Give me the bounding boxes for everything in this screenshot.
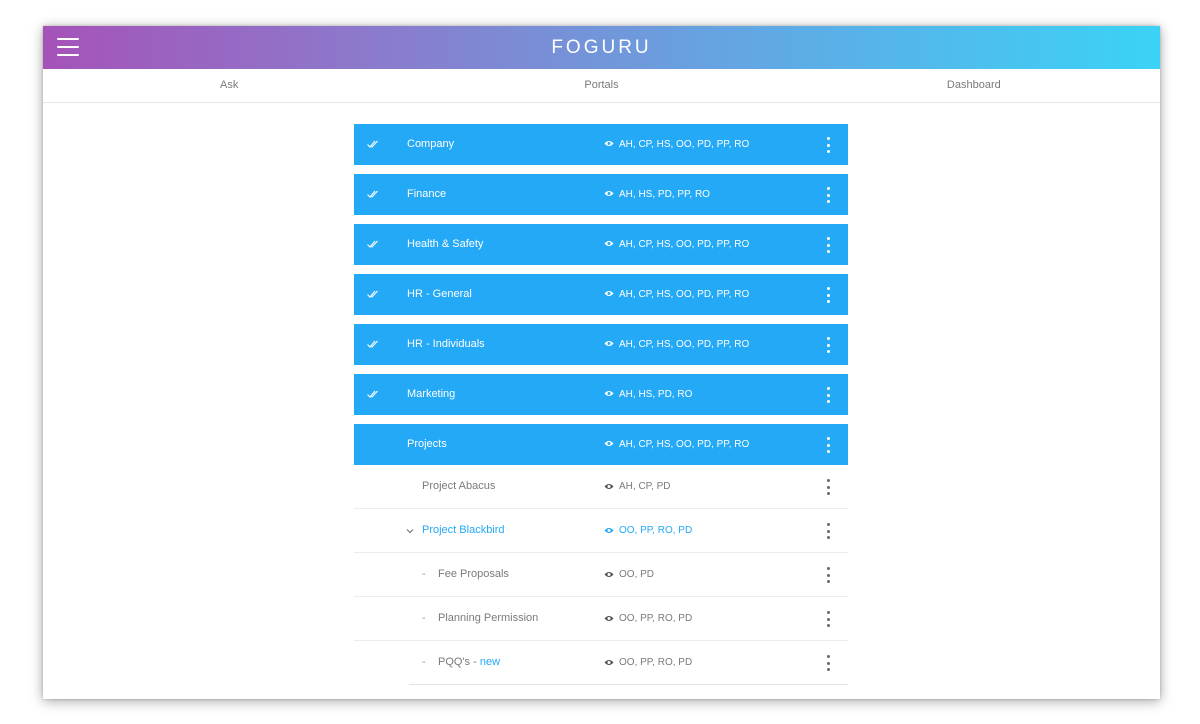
more-vertical-icon[interactable] bbox=[823, 137, 833, 153]
more-vertical-icon[interactable] bbox=[823, 387, 833, 403]
project-roles: AH, CP, PD bbox=[619, 481, 671, 492]
project-row-abacus[interactable]: Project Abacus AH, CP, PD bbox=[354, 465, 848, 509]
top-bar: FOGURU bbox=[43, 26, 1160, 69]
project-roles: OO, PP, RO, PD bbox=[619, 525, 693, 536]
folder-roles: OO, PP, RO, PD bbox=[619, 613, 693, 624]
double-check-icon[interactable] bbox=[367, 388, 379, 400]
new-badge: new bbox=[479, 656, 501, 668]
tree-dash: - bbox=[422, 612, 426, 624]
folder-name: Fee Proposals bbox=[438, 568, 509, 580]
more-vertical-icon[interactable] bbox=[823, 237, 833, 253]
more-vertical-icon[interactable] bbox=[823, 523, 833, 539]
portal-name: Projects bbox=[407, 438, 447, 450]
project-list: Project Abacus AH, CP, PD Project Blackb… bbox=[354, 465, 848, 685]
portal-list: Company AH, CP, HS, OO, PD, PP, RO Finan… bbox=[354, 124, 848, 685]
eye-icon bbox=[604, 341, 614, 346]
project-name: Project Abacus bbox=[422, 480, 496, 492]
portal-roles: AH, HS, PD, PP, RO bbox=[619, 189, 710, 200]
portal-roles: AH, CP, HS, OO, PD, PP, RO bbox=[619, 139, 750, 150]
double-check-icon[interactable] bbox=[367, 288, 379, 300]
more-vertical-icon[interactable] bbox=[823, 611, 833, 627]
more-vertical-icon[interactable] bbox=[823, 479, 833, 495]
portal-roles: AH, CP, HS, OO, PD, PP, RO bbox=[619, 439, 750, 450]
more-vertical-icon[interactable] bbox=[823, 567, 833, 583]
app-window: FOGURU Ask Portals Dashboard Company AH,… bbox=[43, 26, 1160, 699]
project-name: Project Blackbird bbox=[422, 524, 505, 536]
double-check-icon[interactable] bbox=[367, 338, 379, 350]
tab-dashboard[interactable]: Dashboard bbox=[788, 69, 1160, 102]
portal-roles: AH, CP, HS, OO, PD, PP, RO bbox=[619, 339, 750, 350]
eye-icon bbox=[604, 441, 614, 446]
portal-roles: AH, CP, HS, OO, PD, PP, RO bbox=[619, 289, 750, 300]
more-vertical-icon[interactable] bbox=[823, 655, 833, 671]
folder-row-pqqs[interactable]: - PQQ's - new OO, PP, RO, PD bbox=[409, 641, 848, 685]
tab-ask[interactable]: Ask bbox=[43, 69, 415, 102]
portal-row-hr-individuals[interactable]: HR - Individuals AH, CP, HS, OO, PD, PP,… bbox=[354, 324, 848, 365]
eye-icon bbox=[604, 660, 614, 665]
eye-icon bbox=[604, 291, 614, 296]
more-vertical-icon[interactable] bbox=[823, 287, 833, 303]
double-check-icon[interactable] bbox=[367, 238, 379, 250]
folder-name: PQQ's - new bbox=[438, 641, 500, 684]
more-vertical-icon[interactable] bbox=[823, 437, 833, 453]
portal-row-finance[interactable]: Finance AH, HS, PD, PP, RO bbox=[354, 174, 848, 215]
tree-dash: - bbox=[422, 656, 426, 668]
project-row-blackbird[interactable]: Project Blackbird OO, PP, RO, PD bbox=[354, 509, 848, 553]
eye-icon bbox=[604, 528, 614, 533]
portal-name: Finance bbox=[407, 188, 447, 200]
tree-dash: - bbox=[422, 568, 426, 580]
eye-icon bbox=[604, 141, 614, 146]
portal-name: HR - Individuals bbox=[407, 338, 485, 350]
portal-name: Health & Safety bbox=[407, 238, 484, 250]
portal-row-health-safety[interactable]: Health & Safety AH, CP, HS, OO, PD, PP, … bbox=[354, 224, 848, 265]
folder-name-text: PQQ's bbox=[438, 656, 471, 668]
eye-icon bbox=[604, 241, 614, 246]
tab-bar: Ask Portals Dashboard bbox=[43, 69, 1160, 103]
double-check-icon[interactable] bbox=[367, 138, 379, 150]
more-vertical-icon[interactable] bbox=[823, 187, 833, 203]
folder-row-fee-proposals[interactable]: - Fee Proposals OO, PD bbox=[354, 553, 848, 597]
portal-row-marketing[interactable]: Marketing AH, HS, PD, RO bbox=[354, 374, 848, 415]
portal-row-company[interactable]: Company AH, CP, HS, OO, PD, PP, RO bbox=[354, 124, 848, 165]
tab-portals[interactable]: Portals bbox=[415, 69, 787, 102]
portal-name: HR - General bbox=[407, 288, 472, 300]
double-check-icon[interactable] bbox=[367, 188, 379, 200]
folder-row-planning-permission[interactable]: - Planning Permission OO, PP, RO, PD bbox=[354, 597, 848, 641]
eye-icon bbox=[604, 572, 614, 577]
portal-row-hr-general[interactable]: HR - General AH, CP, HS, OO, PD, PP, RO bbox=[354, 274, 848, 315]
more-vertical-icon[interactable] bbox=[823, 337, 833, 353]
eye-icon bbox=[604, 191, 614, 196]
portal-name: Marketing bbox=[407, 388, 456, 400]
portal-row-projects[interactable]: Projects AH, CP, HS, OO, PD, PP, RO bbox=[354, 424, 848, 465]
folder-roles: OO, PP, RO, PD bbox=[619, 657, 693, 668]
folder-name: Planning Permission bbox=[438, 612, 539, 624]
portal-roles: AH, HS, PD, RO bbox=[619, 389, 693, 400]
portal-roles: AH, CP, HS, OO, PD, PP, RO bbox=[619, 239, 750, 250]
portal-name: Company bbox=[407, 138, 455, 150]
eye-icon bbox=[604, 391, 614, 396]
chevron-down-icon[interactable] bbox=[406, 528, 414, 534]
eye-icon bbox=[604, 484, 614, 489]
app-title: FOGURU bbox=[551, 37, 652, 58]
folder-roles: OO, PD bbox=[619, 569, 655, 580]
eye-icon bbox=[604, 616, 614, 621]
name-separator: - bbox=[470, 656, 480, 668]
